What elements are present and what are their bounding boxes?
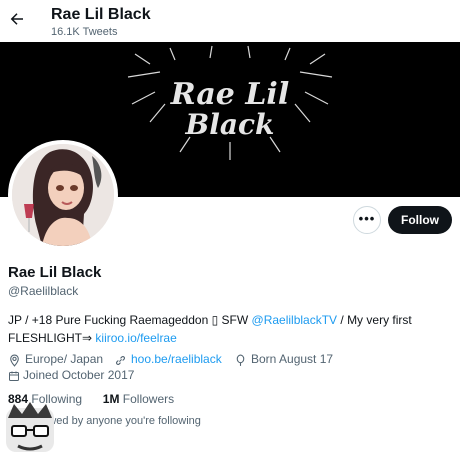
location-pin-icon bbox=[10, 354, 19, 367]
more-options-icon: ••• bbox=[358, 211, 376, 226]
profile-meta: Europe/ Japan hoo.be/raeliblack Born Aug… bbox=[8, 352, 456, 368]
profile-name: Rae Lil Black bbox=[8, 264, 102, 281]
bio-url-link[interactable]: kiiroo.io/feelrae bbox=[95, 331, 176, 345]
avatar-illustration bbox=[12, 144, 114, 246]
link-icon bbox=[116, 356, 125, 365]
banner-logo-line1: Rae Lil bbox=[170, 77, 289, 112]
birthday-text: Born August 17 bbox=[251, 352, 334, 366]
profile-bio: JP / +18 Pure Fucking Raemageddon ▯ SFW … bbox=[8, 311, 448, 347]
back-arrow-icon[interactable] bbox=[8, 10, 26, 28]
bio-mention-link[interactable]: @RaelilblackTV bbox=[252, 313, 338, 327]
bio-text-1: JP / +18 Pure Fucking Raemageddon ▯ SFW bbox=[8, 313, 252, 327]
avatar[interactable] bbox=[12, 144, 114, 246]
top-bar: Rae Lil Black 16.1K Tweets bbox=[0, 0, 460, 42]
website-link[interactable]: hoo.be/raeliblack bbox=[131, 352, 222, 366]
profile-handle: @Raelilblack bbox=[8, 284, 79, 298]
calendar-icon bbox=[9, 371, 19, 381]
header-title: Rae Lil Black bbox=[51, 6, 151, 23]
follow-button[interactable]: Follow bbox=[388, 206, 452, 234]
tweet-count: 16.1K Tweets bbox=[51, 26, 118, 38]
overlay-avatar-icon bbox=[6, 402, 54, 452]
followers-link[interactable]: 1M Followers bbox=[103, 392, 174, 406]
followers-count: 1M bbox=[102, 392, 120, 406]
banner-logo-line2: Black bbox=[185, 108, 275, 141]
location-text: Europe/ Japan bbox=[25, 352, 104, 366]
joined-text: Joined October 2017 bbox=[23, 368, 135, 382]
balloon-icon bbox=[236, 354, 245, 366]
more-options-button[interactable]: ••• bbox=[353, 206, 381, 234]
followers-label: Followers bbox=[122, 392, 175, 406]
